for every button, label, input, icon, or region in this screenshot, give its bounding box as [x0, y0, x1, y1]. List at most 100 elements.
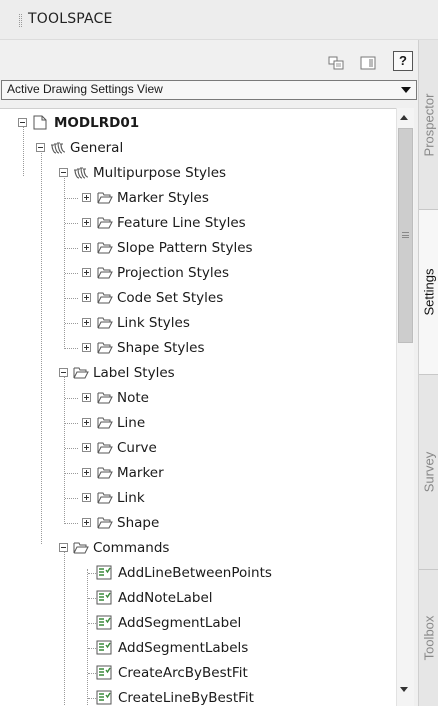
- tree-node-createlinebybestfit[interactable]: CreateLineByBestFit: [0, 688, 396, 706]
- tree-guide: [88, 573, 96, 574]
- tree-label: Marker Styles: [117, 190, 209, 206]
- tree-node-label-styles[interactable]: Label Styles: [0, 363, 396, 383]
- folder-icon: [97, 467, 113, 479]
- tree-label: Label Styles: [93, 365, 175, 381]
- expand-icon[interactable]: [82, 418, 91, 427]
- scroll-thumb[interactable]: [398, 128, 413, 343]
- folder-icon: [97, 242, 113, 254]
- tree-label: Curve: [117, 440, 157, 456]
- collapse-icon[interactable]: [36, 143, 45, 152]
- tree-label: Code Set Styles: [117, 290, 224, 306]
- tree-guide: [65, 223, 78, 224]
- expand-icon[interactable]: [82, 468, 91, 477]
- drag-grip-icon[interactable]: [19, 14, 22, 27]
- tree-node-root[interactable]: MODLRD01: [0, 113, 396, 133]
- folder-icon: [97, 342, 113, 354]
- settings-icon: [51, 142, 66, 154]
- command-icon: [96, 615, 112, 630]
- tree-label: Note: [117, 390, 149, 406]
- tree-node-projection-styles[interactable]: Projection Styles: [0, 263, 396, 283]
- tab-label: Toolbox: [421, 615, 437, 661]
- tree-node-feature-line-styles[interactable]: Feature Line Styles: [0, 213, 396, 233]
- view-select[interactable]: Active Drawing Settings View: [1, 80, 417, 100]
- tree-node-addlinebetweenpoints[interactable]: AddLineBetweenPoints: [0, 563, 396, 583]
- tree-guide: [65, 298, 78, 299]
- tree-label: Link: [117, 490, 145, 506]
- folder-icon: [97, 217, 113, 229]
- folder-icon: [73, 367, 89, 379]
- expand-icon[interactable]: [82, 243, 91, 252]
- tab-prospector[interactable]: Prospector: [419, 40, 438, 210]
- expand-icon[interactable]: [82, 268, 91, 277]
- tree-guide: [65, 423, 78, 424]
- collapse-icon[interactable]: [59, 368, 68, 377]
- tree-node-general[interactable]: General: [0, 138, 396, 158]
- tab-settings[interactable]: Settings: [419, 210, 438, 375]
- tree-label: MODLRD01: [54, 115, 140, 131]
- tree-node-slope-pattern-styles[interactable]: Slope Pattern Styles: [0, 238, 396, 258]
- help-button[interactable]: ?: [393, 51, 413, 71]
- tree-guide: [88, 673, 96, 674]
- tree-node-multipurpose-styles[interactable]: Multipurpose Styles: [0, 163, 396, 183]
- tree-node-line[interactable]: Line: [0, 413, 396, 433]
- tree-node-link[interactable]: Link: [0, 488, 396, 508]
- tree-node-link-styles[interactable]: Link Styles: [0, 313, 396, 333]
- tree-guide: [65, 523, 78, 524]
- tree-node-shape[interactable]: Shape: [0, 513, 396, 533]
- folder-icon: [97, 492, 113, 504]
- panel-toggle-icon[interactable]: [360, 56, 376, 70]
- scroll-up-arrow-icon[interactable]: [400, 115, 408, 120]
- folder-icon: [97, 517, 113, 529]
- chevron-down-icon[interactable]: [401, 87, 411, 93]
- expand-icon[interactable]: [82, 518, 91, 527]
- tree-guide: [88, 623, 96, 624]
- tree-node-marker-styles[interactable]: Marker Styles: [0, 188, 396, 208]
- tree-guide: [65, 448, 78, 449]
- tree-guide: [65, 473, 78, 474]
- expand-icon[interactable]: [82, 443, 91, 452]
- expand-icon[interactable]: [82, 393, 91, 402]
- folder-icon: [97, 442, 113, 454]
- tab-toolbox[interactable]: Toolbox: [419, 570, 438, 706]
- command-icon: [96, 590, 112, 605]
- expand-icon[interactable]: [82, 193, 91, 202]
- expand-icon[interactable]: [82, 318, 91, 327]
- tree-node-code-set-styles[interactable]: Code Set Styles: [0, 288, 396, 308]
- tree-node-note[interactable]: Note: [0, 388, 396, 408]
- tree-node-addsegmentlabels[interactable]: AddSegmentLabels: [0, 638, 396, 658]
- folder-icon: [97, 292, 113, 304]
- copy-settings-icon[interactable]: [328, 56, 344, 70]
- expand-icon[interactable]: [82, 293, 91, 302]
- expand-icon[interactable]: [82, 218, 91, 227]
- settings-tree[interactable]: MODLRD01 General Multipurpose Styles Mar…: [0, 108, 414, 706]
- tree-guide: [65, 248, 78, 249]
- drawing-icon: [33, 115, 47, 130]
- title-bar[interactable]: TOOLSPACE: [0, 0, 438, 40]
- tree-node-addsegmentlabel[interactable]: AddSegmentLabel: [0, 613, 396, 633]
- expand-icon[interactable]: [82, 493, 91, 502]
- tree-guide: [88, 648, 96, 649]
- tree-label: Marker: [117, 465, 164, 481]
- scroll-down-arrow-icon[interactable]: [400, 687, 408, 692]
- command-icon: [96, 690, 112, 705]
- collapse-icon[interactable]: [59, 543, 68, 552]
- tree-node-commands[interactable]: Commands: [0, 538, 396, 558]
- tree-guide: [65, 498, 78, 499]
- tree-node-curve[interactable]: Curve: [0, 438, 396, 458]
- tree-label: AddLineBetweenPoints: [118, 565, 272, 581]
- tab-label: Settings: [421, 268, 437, 316]
- tree-label: Shape: [117, 515, 160, 531]
- collapse-icon[interactable]: [18, 118, 27, 127]
- tab-survey[interactable]: Survey: [419, 375, 438, 570]
- window-title: TOOLSPACE: [28, 11, 113, 27]
- folder-icon: [97, 267, 113, 279]
- tree-node-addnotelabel[interactable]: AddNoteLabel: [0, 588, 396, 608]
- tree-node-shape-styles[interactable]: Shape Styles: [0, 338, 396, 358]
- collapse-icon[interactable]: [59, 168, 68, 177]
- tree-node-createarcbybestfit[interactable]: CreateArcByBestFit: [0, 663, 396, 683]
- tree-guide: [65, 323, 78, 324]
- tab-label: Prospector: [421, 93, 437, 156]
- expand-icon[interactable]: [82, 343, 91, 352]
- tree-guide: [65, 348, 78, 349]
- tree-node-marker[interactable]: Marker: [0, 463, 396, 483]
